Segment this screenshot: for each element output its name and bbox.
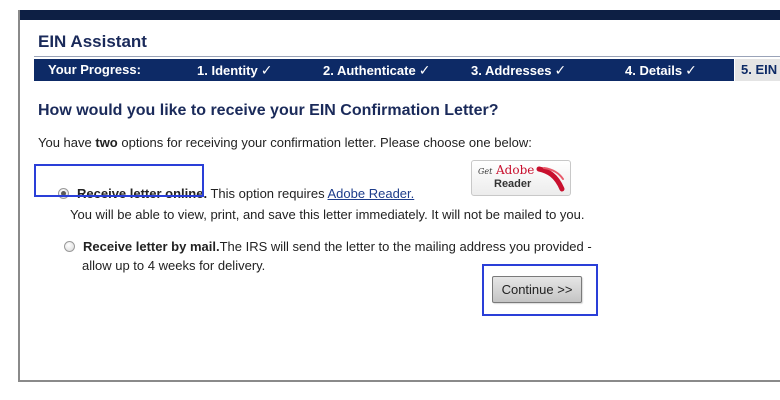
option-mail-label: Receive letter by mail. <box>83 239 220 254</box>
intro-text-start: You have <box>38 135 96 150</box>
option-mail[interactable]: Receive letter by mail.The IRS will send… <box>64 239 592 254</box>
intro-text-end: options for receiving your confirmation … <box>117 135 532 150</box>
progress-step-label: 3. Addresses <box>471 63 552 78</box>
progress-step-label: 2. Authenticate <box>323 63 416 78</box>
progress-step-addresses: 3. Addresses ✓ <box>471 59 566 81</box>
progress-step-label: 1. Identity <box>197 63 258 78</box>
title-divider <box>34 56 780 57</box>
progress-label: Your Progress: <box>48 62 141 77</box>
adobe-reader-link[interactable]: Adobe Reader. <box>328 186 415 201</box>
option-mail-text: The IRS will send the letter to the mail… <box>219 239 592 254</box>
option-mail-description: allow up to 4 weeks for delivery. <box>82 258 266 273</box>
progress-step-details: 4. Details ✓ <box>625 59 697 81</box>
page-heading: How would you like to receive your EIN C… <box>38 102 499 119</box>
app-title: EIN Assistant <box>38 32 147 51</box>
top-bar <box>20 10 780 20</box>
radio-mail[interactable] <box>64 241 75 252</box>
intro-text: You have two options for receiving your … <box>38 135 532 150</box>
highlight-continue-button <box>482 264 598 316</box>
progress-step-identity: 1. Identity ✓ <box>197 59 272 81</box>
checkmark-icon: ✓ <box>685 62 697 78</box>
badge-get-text: Get <box>478 167 493 176</box>
checkmark-icon: ✓ <box>260 62 273 78</box>
option-online-description: You will be able to view, print, and sav… <box>70 207 585 222</box>
progress-bar: Your Progress: 1. Identity ✓ 2. Authentic… <box>34 59 780 81</box>
highlight-online-option <box>34 164 204 197</box>
option-online-text: This option requires <box>207 186 328 201</box>
checkmark-icon: ✓ <box>554 62 567 78</box>
app-window: EIN Assistant Your Progress: 1. Identity… <box>18 10 780 382</box>
intro-text-emphasis: two <box>95 135 118 150</box>
progress-step-ein-current: 5. EIN <box>734 59 780 81</box>
progress-step-authenticate: 2. Authenticate ✓ <box>323 59 430 81</box>
get-adobe-reader-badge[interactable]: Get Adobe Reader <box>471 160 571 196</box>
checkmark-icon: ✓ <box>418 62 431 78</box>
badge-brand-text: Adobe <box>496 163 535 177</box>
badge-product-text: Reader <box>494 178 532 190</box>
adobe-reader-logo-icon <box>536 166 565 192</box>
progress-step-label: 4. Details <box>625 63 683 78</box>
